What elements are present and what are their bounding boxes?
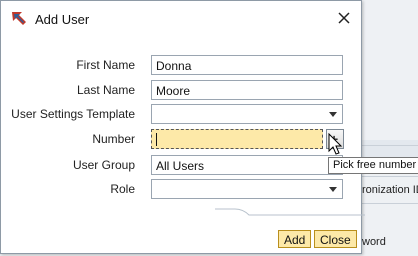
background-label-sync-id: ronization ID	[362, 184, 418, 196]
user-group-label: User Group	[72, 158, 135, 172]
close-icon[interactable]	[335, 9, 353, 27]
user-group-field[interactable]: All Users	[151, 155, 343, 175]
tooltip: Pick free number	[328, 157, 418, 174]
number-row: Number +	[1, 129, 361, 149]
last-name-row: Last Name Moore	[1, 80, 361, 100]
add-user-dialog: Add User First Name Donna Last Name Moor…	[0, 0, 365, 254]
user-settings-template-row: User Settings Template	[1, 104, 361, 124]
add-button[interactable]: Add	[278, 230, 312, 248]
user-group-row: User Group All Users	[1, 155, 361, 175]
last-name-field[interactable]: Moore	[151, 80, 343, 100]
first-name-label: First Name	[76, 58, 135, 72]
chevron-down-icon[interactable]	[329, 112, 337, 117]
add-user-icon	[12, 12, 26, 25]
role-select[interactable]	[151, 179, 343, 199]
dialog-titlebar: Add User	[1, 1, 361, 35]
close-button[interactable]: Close	[314, 230, 357, 248]
number-field[interactable]	[151, 129, 323, 149]
number-label: Number	[92, 132, 135, 146]
last-name-label: Last Name	[76, 83, 135, 97]
first-name-row: First Name Donna	[1, 55, 361, 75]
text-caret	[156, 133, 157, 146]
footer-divider	[215, 208, 365, 216]
role-label: Role	[110, 182, 135, 196]
background-label-password: word	[362, 236, 386, 248]
first-name-field[interactable]: Donna	[151, 55, 343, 75]
role-row: Role	[1, 179, 361, 199]
user-settings-template-select[interactable]	[151, 104, 343, 124]
mouse-cursor-icon	[328, 133, 343, 155]
dialog-title: Add User	[35, 12, 90, 27]
chevron-down-icon[interactable]	[329, 187, 337, 192]
user-settings-template-label: User Settings Template	[11, 107, 135, 121]
